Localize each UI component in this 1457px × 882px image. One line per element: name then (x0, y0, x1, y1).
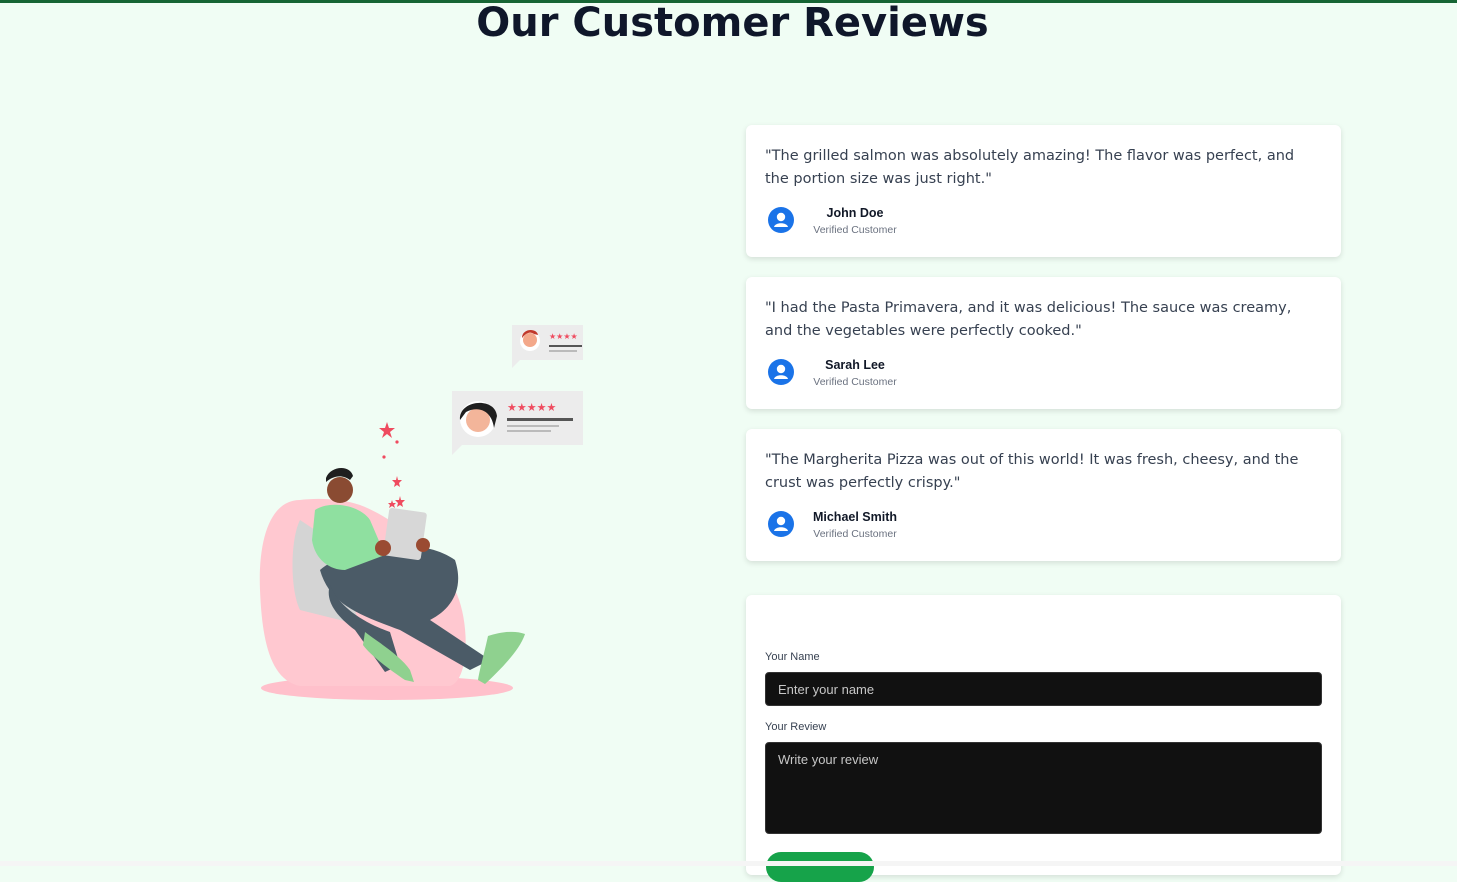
reviewer-name: John Doe (826, 206, 884, 220)
name-input[interactable] (765, 672, 1322, 706)
page-title: Our Customer Reviews (476, 0, 989, 46)
review-text: "The Margherita Pizza was out of this wo… (765, 452, 1299, 491)
reviewer-role: Verified Customer (813, 224, 897, 236)
svg-text:★★★★: ★★★★ (549, 332, 578, 341)
reviewer-role: Verified Customer (813, 528, 897, 540)
reviewer-role: Verified Customer (813, 376, 897, 388)
user-circle-icon (768, 207, 794, 233)
reviewer-name: Sarah Lee (825, 358, 885, 372)
reviews-illustration: ★★★★ ★★★★★ (259, 325, 583, 700)
page-bottom-edge (0, 861, 1457, 866)
review-card: "The grilled salmon was absolutely amazi… (746, 125, 1341, 257)
review-text: "I had the Pasta Primavera, and it was d… (765, 300, 1292, 339)
review-card: "The Margherita Pizza was out of this wo… (746, 429, 1341, 561)
submit-review-button[interactable] (766, 852, 874, 882)
svg-text:★★★★★: ★★★★★ (507, 401, 556, 414)
reviewer-info: Michael Smith Verified Customer (810, 509, 900, 542)
review-label: Your Review (765, 721, 827, 733)
review-textarea[interactable] (765, 742, 1322, 834)
reviewer-info: Sarah Lee Verified Customer (810, 357, 900, 390)
name-label: Your Name (765, 651, 820, 663)
user-circle-icon (768, 511, 794, 537)
review-text: "The grilled salmon was absolutely amazi… (765, 148, 1295, 187)
reviewer-name: Michael Smith (812, 510, 898, 524)
user-circle-icon (768, 359, 794, 385)
review-card: "I had the Pasta Primavera, and it was d… (746, 277, 1341, 409)
review-form: Your Name Your Review (746, 595, 1341, 882)
reviewer-info: John Doe Verified Customer (810, 205, 900, 238)
